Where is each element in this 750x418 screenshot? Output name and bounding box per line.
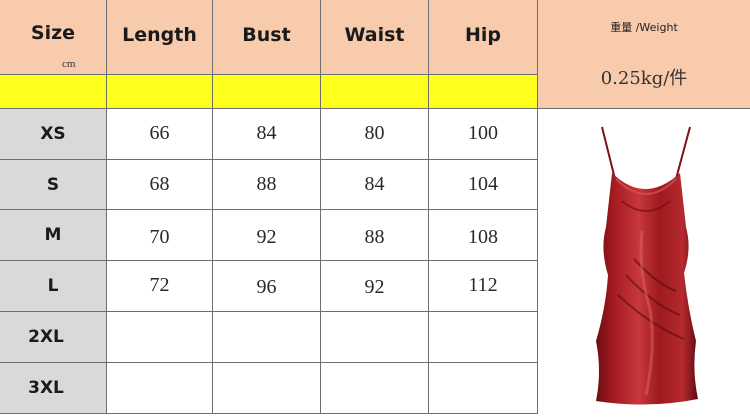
row-label-3xl: 3XL: [0, 363, 107, 414]
value-text: 100: [468, 121, 498, 144]
value-text: 96: [256, 275, 277, 298]
cell-xs-length: 66: [107, 109, 213, 160]
value-text: 84: [364, 173, 385, 195]
cell-m-waist: 88: [321, 210, 429, 261]
cell-s-bust: 88: [213, 160, 321, 210]
highlight-cell-hip: [429, 75, 538, 109]
header-bust: Bust: [213, 0, 321, 75]
weight-cell: 重量 /Weight 0.25kg/件: [538, 0, 750, 109]
product-photo: [538, 109, 750, 414]
row-label-2xl: 2XL: [0, 312, 107, 363]
row-label-s: S: [0, 160, 107, 210]
cell-3xl-bust: [213, 363, 321, 414]
cell-m-hip: 108: [429, 210, 538, 261]
cell-2xl-bust: [213, 312, 321, 363]
weight-title: 重量 /Weight: [610, 21, 678, 34]
cell-l-length: 72: [107, 261, 213, 312]
header-length-label: Length: [122, 24, 197, 46]
size-chart: Size cm Length Bust Waist Hip 重量 /Weight…: [0, 0, 750, 414]
highlight-cell-size: [0, 75, 107, 109]
highlight-cell-length: [107, 75, 213, 109]
cell-m-bust: 92: [213, 210, 321, 261]
value-text: 92: [364, 275, 385, 298]
size-label: M: [44, 225, 62, 245]
highlight-cell-waist: [321, 75, 429, 109]
cell-s-length: 68: [107, 160, 213, 210]
cell-2xl-hip: [429, 312, 538, 363]
cell-s-hip: 104: [429, 160, 538, 210]
size-label: L: [47, 276, 59, 296]
cell-l-bust: 96: [213, 261, 321, 312]
header-waist-label: Waist: [344, 24, 405, 46]
value-text: 84: [256, 121, 277, 144]
header-size-label: Size: [30, 22, 76, 44]
red-satin-slip-dress-icon: [596, 126, 698, 405]
header-waist: Waist: [321, 0, 429, 75]
size-label: S: [46, 174, 60, 195]
highlight-cell-bust: [213, 75, 321, 109]
row-label-l: L: [0, 261, 107, 312]
unit-label: cm: [62, 58, 76, 70]
cell-l-waist: 92: [321, 261, 429, 312]
size-label: XS: [40, 124, 66, 144]
value-text: 80: [364, 121, 385, 144]
cell-3xl-waist: [321, 363, 429, 414]
cell-3xl-hip: [429, 363, 538, 414]
value-text: 70: [149, 225, 170, 248]
value-text: 72: [149, 273, 170, 296]
cell-s-waist: 84: [321, 160, 429, 210]
cell-3xl-length: [107, 363, 213, 414]
cell-2xl-waist: [321, 312, 429, 363]
weight-value: 0.25kg/件: [600, 68, 688, 89]
header-size: Size: [0, 0, 107, 75]
cell-xs-waist: 80: [321, 109, 429, 160]
value-text: 68: [149, 173, 170, 195]
cell-m-length: 70: [107, 210, 213, 261]
header-bust-label: Bust: [242, 24, 291, 46]
header-hip-label: Hip: [464, 24, 501, 46]
value-text: 88: [256, 173, 277, 195]
value-text: 108: [468, 225, 498, 248]
value-text: 92: [256, 225, 277, 248]
cell-2xl-length: [107, 312, 213, 363]
value-text: 66: [149, 121, 170, 144]
value-text: 104: [468, 173, 498, 195]
cell-xs-hip: 100: [429, 109, 538, 160]
value-text: 112: [468, 273, 498, 296]
size-label: 3XL: [28, 378, 64, 398]
header-length: Length: [107, 0, 213, 75]
value-text: 88: [364, 225, 385, 248]
cell-xs-bust: 84: [213, 109, 321, 160]
cell-l-hip: 112: [429, 261, 538, 312]
row-label-m: M: [0, 210, 107, 261]
header-hip: Hip: [429, 0, 538, 75]
size-label: 2XL: [28, 327, 64, 347]
row-label-xs: XS: [0, 109, 107, 160]
